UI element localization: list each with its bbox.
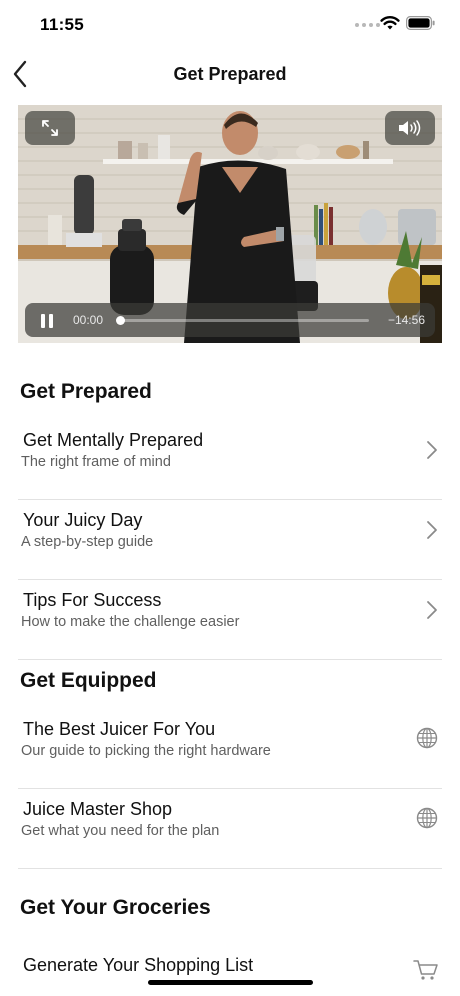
list-item-generate-shopping-list[interactable]: Generate Your Shopping List bbox=[0, 945, 460, 996]
globe-icon bbox=[416, 727, 438, 749]
list-item-tips-for-success[interactable]: Tips For Success How to make the challen… bbox=[0, 580, 460, 660]
chevron-right-icon bbox=[427, 521, 437, 539]
row-subtitle: The right frame of mind bbox=[21, 454, 171, 470]
section-header-get-equipped: Get Equipped bbox=[20, 669, 157, 692]
expand-icon bbox=[42, 120, 58, 136]
current-time: 00:00 bbox=[73, 313, 104, 327]
progress-thumb[interactable] bbox=[116, 316, 125, 325]
row-subtitle: Get what you need for the plan bbox=[21, 823, 220, 839]
progress-slider[interactable] bbox=[116, 316, 369, 325]
page-title: Get Prepared bbox=[173, 64, 287, 84]
video-player[interactable]: 00:00 −14:56 bbox=[18, 105, 442, 343]
row-title: Juice Master Shop bbox=[23, 799, 173, 819]
divider bbox=[18, 659, 442, 660]
playback-controls: 00:00 −14:56 bbox=[25, 303, 435, 337]
pause-button[interactable] bbox=[39, 313, 55, 329]
divider bbox=[18, 868, 442, 869]
row-title: Generate Your Shopping List bbox=[23, 955, 254, 975]
volume-button[interactable] bbox=[385, 111, 435, 145]
wifi-icon bbox=[380, 16, 400, 30]
section-header-get-prepared: Get Prepared bbox=[20, 380, 152, 403]
speaker-icon bbox=[399, 120, 421, 136]
cellular-signal-icon bbox=[355, 23, 380, 27]
remaining-time: −14:56 bbox=[387, 313, 425, 327]
list-item-your-juicy-day[interactable]: Your Juicy Day A step-by-step guide bbox=[0, 500, 460, 580]
row-subtitle: A step-by-step guide bbox=[21, 534, 154, 550]
status-time: 11:55 bbox=[40, 15, 85, 34]
chevron-right-icon bbox=[427, 441, 437, 459]
row-title: Tips For Success bbox=[23, 590, 162, 610]
row-subtitle: Our guide to picking the right hardware bbox=[21, 743, 271, 759]
row-subtitle: How to make the challenge easier bbox=[21, 614, 240, 630]
row-title: Your Juicy Day bbox=[23, 510, 143, 530]
navigation-bar: Get Prepared bbox=[0, 50, 460, 100]
list-item-best-juicer[interactable]: The Best Juicer For You Our guide to pic… bbox=[0, 709, 460, 789]
fullscreen-button[interactable] bbox=[25, 111, 75, 145]
battery-icon bbox=[406, 16, 435, 30]
section-header-get-your-groceries: Get Your Groceries bbox=[20, 896, 211, 919]
row-title: The Best Juicer For You bbox=[23, 719, 216, 739]
chevron-right-icon bbox=[427, 601, 437, 619]
row-title: Get Mentally Prepared bbox=[23, 430, 204, 450]
list-item-get-mentally-prepared[interactable]: Get Mentally Prepared The right frame of… bbox=[0, 420, 460, 500]
cart-icon bbox=[413, 960, 438, 980]
list-item-juice-master-shop[interactable]: Juice Master Shop Get what you need for … bbox=[0, 789, 460, 869]
home-indicator bbox=[148, 980, 313, 985]
globe-icon bbox=[416, 807, 438, 829]
status-bar: 11:55 bbox=[0, 0, 460, 50]
